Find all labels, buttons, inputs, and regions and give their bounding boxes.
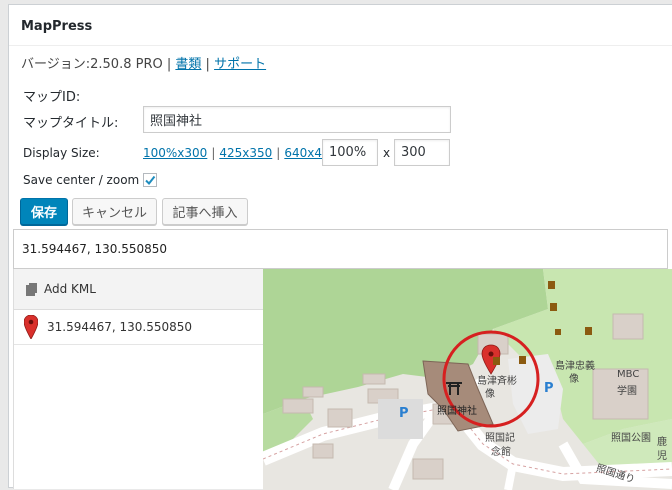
support-link[interactable]: サポート bbox=[214, 57, 266, 72]
copy-icon bbox=[26, 282, 37, 296]
cancel-button[interactable]: キャンセル bbox=[72, 198, 157, 225]
panel-title: MapPress bbox=[21, 19, 93, 34]
parking-icon: P bbox=[544, 381, 554, 396]
map-title-input[interactable]: 照国神社 bbox=[143, 106, 451, 133]
map-title-label: マップタイトル: bbox=[23, 116, 119, 131]
save-button[interactable]: 保存 bbox=[20, 198, 68, 225]
map-canvas[interactable]: 照国神社 島津忠義 像 島津斉彬 像 照国記 念館 MBC 学園 照国公園 照国… bbox=[263, 269, 672, 490]
size-option-100x300[interactable]: 100%x300 bbox=[143, 146, 207, 160]
width-input[interactable]: 100% bbox=[322, 139, 378, 166]
map-marker-icon bbox=[24, 315, 38, 339]
size-x-label: x bbox=[383, 146, 391, 160]
add-kml-label: Add KML bbox=[44, 282, 96, 296]
display-size-options: 100%x300 | 425x350 | 640x480 bbox=[143, 146, 337, 161]
map-search-input[interactable]: 31.594467, 130.550850 bbox=[13, 229, 668, 269]
version-text: バージョン:2.50.8 PRO bbox=[21, 57, 163, 72]
map-label-statue: 像 bbox=[485, 389, 495, 400]
height-input[interactable]: 300 bbox=[394, 139, 450, 166]
map-label-shrine: 照国神社 bbox=[437, 406, 477, 417]
size-sep: | bbox=[211, 146, 216, 160]
map-label-park: 照国公園 bbox=[611, 433, 651, 444]
title-divider bbox=[9, 45, 672, 46]
poi-list-item[interactable]: 31.594467, 130.550850 bbox=[14, 310, 264, 345]
version-sep: | bbox=[205, 57, 210, 72]
map-label-statue: 像 bbox=[569, 374, 579, 385]
map-label-edge: 鹿 bbox=[657, 437, 667, 448]
size-option-425x350[interactable]: 425x350 bbox=[219, 146, 272, 160]
docs-link[interactable]: 書類 bbox=[175, 57, 201, 72]
poi-title: 31.594467, 130.550850 bbox=[47, 320, 193, 334]
version-sep: | bbox=[166, 57, 172, 72]
map-label-statue: 島津斉彬 bbox=[477, 376, 517, 387]
map-label-memorial: 照国記 bbox=[485, 433, 515, 444]
parking-icon: P bbox=[399, 406, 409, 421]
size-sep: | bbox=[276, 146, 281, 160]
poi-sidebar: Add KML 31.594467, 130.550850 bbox=[13, 269, 265, 489]
map-id-label: マップID: bbox=[23, 90, 81, 105]
save-center-label: Save center / zoom bbox=[23, 173, 140, 187]
map-tiles bbox=[263, 269, 672, 490]
map-label-edge: 児 bbox=[657, 451, 667, 462]
checkmark-icon bbox=[145, 175, 156, 186]
map-label-mbc: MBC bbox=[617, 369, 640, 380]
insert-into-post-button[interactable]: 記事へ挿入 bbox=[162, 198, 248, 225]
map-label-memorial: 念館 bbox=[491, 447, 511, 458]
save-center-checkbox[interactable] bbox=[143, 173, 157, 187]
map-label-mbc: 学園 bbox=[617, 386, 637, 397]
add-kml-button[interactable]: Add KML bbox=[14, 269, 264, 310]
version-line: バージョン:2.50.8 PRO | 書類 | サポート bbox=[21, 53, 266, 72]
display-size-label: Display Size: bbox=[23, 146, 100, 160]
